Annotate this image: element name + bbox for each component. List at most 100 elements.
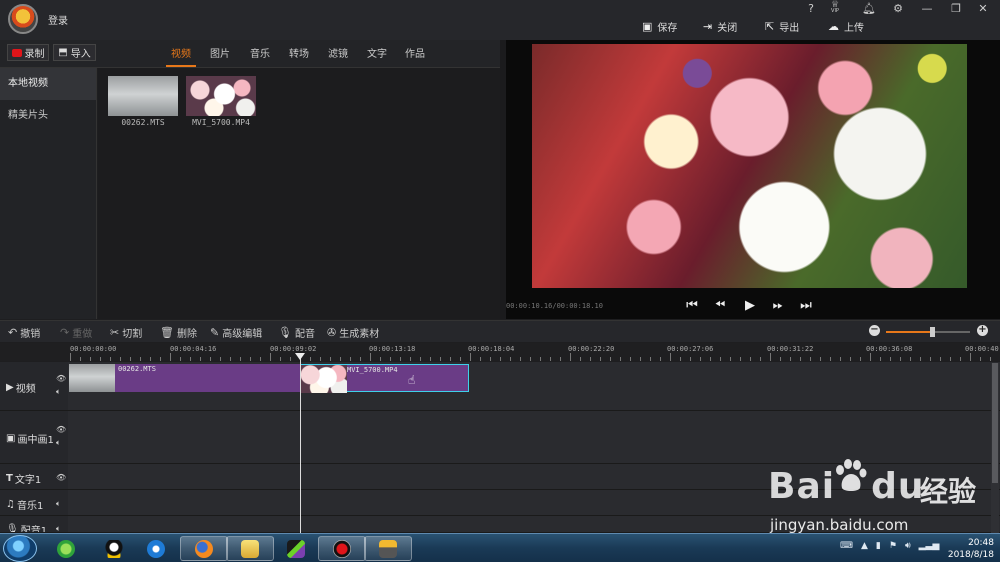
- undo-icon: ↶: [8, 326, 18, 339]
- speaker-icon[interactable]: 🔈︎: [56, 522, 61, 532]
- tab-text[interactable]: 文字: [367, 45, 387, 60]
- skip-end-icon[interactable]: ⏭︎: [798, 298, 814, 314]
- track-header-text: T 文字1 👁︎: [0, 464, 68, 490]
- volume-icon[interactable]: 🔊︎: [905, 541, 911, 551]
- ruler-label: 00:00:00:00: [70, 345, 117, 353]
- taskbar-app-qq[interactable]: [90, 536, 138, 561]
- bell-icon[interactable]: 🔔︎: [862, 2, 876, 15]
- speaker-icon[interactable]: 🔈︎: [56, 497, 61, 510]
- zoom-in-icon[interactable]: +: [977, 325, 988, 336]
- tab-transition[interactable]: 转场: [289, 45, 309, 60]
- advanced-edit-button[interactable]: ✎ 高级编辑: [210, 325, 262, 340]
- ruler-tick: [100, 357, 101, 361]
- flag-icon[interactable]: ⚑: [889, 541, 897, 551]
- taskbar-clock[interactable]: 20:48 2018/8/18: [938, 537, 994, 561]
- media-thumb-00262[interactable]: [108, 76, 178, 116]
- ruler-tick: [940, 357, 941, 361]
- ruler-tick: [790, 357, 791, 361]
- ruler-tick: [580, 357, 581, 361]
- play-icon[interactable]: ▶: [742, 298, 758, 314]
- ruler-tick: [310, 357, 311, 361]
- eye-icon[interactable]: 👁︎: [56, 372, 66, 385]
- taskbar-app-media[interactable]: [132, 536, 180, 561]
- timeline-ruler[interactable]: 00:00:00:00 00:00:04:16 00:00:09:02 00:0…: [0, 343, 1000, 361]
- restore-icon[interactable]: ❐: [949, 2, 963, 15]
- gear-icon[interactable]: ⚙: [891, 2, 905, 15]
- media-thumb-mvi5700[interactable]: [186, 76, 256, 116]
- undo-button[interactable]: ↶ 撤销: [8, 325, 40, 340]
- ruler-tick: [220, 357, 221, 361]
- ruler-tick: [780, 357, 781, 361]
- playhead-handle[interactable]: [295, 353, 305, 360]
- step-back-icon[interactable]: ⏪︎: [712, 298, 728, 314]
- speaker-icon[interactable]: 🔈︎: [56, 436, 66, 449]
- track-toggles: 👁︎ 🔈︎: [56, 423, 66, 449]
- import-button[interactable]: ⬒ 导入: [53, 44, 96, 61]
- taskbar-app-360[interactable]: [42, 536, 90, 561]
- ruler-tick: [800, 357, 801, 361]
- watermark-jingyan: 经验: [920, 475, 977, 508]
- tab-music[interactable]: 音乐: [250, 45, 270, 60]
- tab-works[interactable]: 作品: [405, 45, 425, 60]
- help-icon[interactable]: ?: [804, 2, 818, 15]
- speaker-icon[interactable]: 🔈︎: [56, 385, 66, 398]
- close-icon[interactable]: ✕: [976, 2, 990, 15]
- taskbar-app-explorer[interactable]: [226, 536, 274, 561]
- zoom-slider-handle[interactable]: [930, 327, 936, 337]
- ruler-tick: [380, 357, 381, 361]
- zoom-slider[interactable]: [886, 327, 970, 337]
- taskbar-app-editor[interactable]: [272, 536, 320, 561]
- close-project-button[interactable]: ⇥ 关闭: [703, 19, 737, 34]
- sidebar-item-intros[interactable]: 精美片头: [0, 100, 96, 132]
- ruler-tick: [240, 357, 241, 361]
- ruler-label: 00:00:22:20: [568, 345, 615, 353]
- ruler-label: 00:00:31:22: [767, 345, 814, 353]
- eye-icon[interactable]: 👁︎: [56, 423, 66, 436]
- record-icon: [333, 539, 351, 558]
- eye-icon[interactable]: 👁︎: [56, 471, 66, 484]
- track-header-voice: 🎙︎ 配音1 🔈︎: [0, 516, 68, 533]
- redo-button[interactable]: ↷ 重做: [60, 325, 92, 340]
- minimize-icon[interactable]: —: [920, 2, 934, 15]
- upload-button[interactable]: ☁ 上传: [828, 19, 864, 34]
- app-logo[interactable]: [8, 4, 38, 34]
- tab-image[interactable]: 图片: [210, 45, 230, 60]
- record-button[interactable]: 录制: [7, 44, 49, 61]
- zoom-out-icon[interactable]: −: [869, 325, 880, 336]
- login-link[interactable]: 登录: [48, 12, 68, 27]
- ruler-tick: [210, 357, 211, 361]
- device-icon[interactable]: ▮: [876, 541, 881, 551]
- taskbar-app-active[interactable]: [364, 536, 412, 561]
- skip-start-icon[interactable]: ⏮︎: [684, 298, 700, 314]
- timeline-clip-selected[interactable]: MVI_5700.MP4: [300, 364, 469, 393]
- export-button[interactable]: ⇱ 导出: [765, 19, 799, 34]
- ruler-label: 00:00:18:04: [468, 345, 515, 353]
- taskbar-app-recorder[interactable]: [318, 536, 366, 561]
- network-icon[interactable]: ▂▃▅: [919, 541, 940, 551]
- edit-toolbar: ↶ 撤销 ↷ 重做 ✂ 切割 🗑︎ 删除 ✎ 高级编辑 🎙︎ 配音 ✇ 生成素材…: [0, 320, 1000, 342]
- ruler-tick: [870, 353, 871, 361]
- timeline-clip[interactable]: 00262.MTS: [69, 364, 300, 392]
- mouse-cursor-icon: ☝: [408, 373, 416, 387]
- step-forward-icon[interactable]: ⏩︎: [770, 298, 786, 314]
- vip-icon[interactable]: ♕ VIP: [828, 0, 842, 14]
- tab-filter[interactable]: 滤镜: [328, 45, 348, 60]
- delete-button[interactable]: 🗑︎ 删除: [160, 325, 197, 340]
- taskbar-app-firefox[interactable]: [180, 536, 228, 561]
- show-hidden-icon[interactable]: ▲: [861, 541, 868, 551]
- ruler-tick: [360, 357, 361, 361]
- cut-button[interactable]: ✂ 切割: [110, 325, 142, 340]
- ruler-tick: [990, 357, 991, 361]
- editor-icon: [287, 539, 305, 558]
- green-refresh-icon: [57, 539, 75, 558]
- generate-asset-button[interactable]: ✇ 生成素材: [327, 325, 379, 340]
- keyboard-icon[interactable]: ⌨: [840, 541, 853, 551]
- tab-video[interactable]: 视频: [171, 45, 191, 60]
- track-label-video: ▶ 视频: [6, 380, 36, 395]
- playhead-line[interactable]: [300, 353, 301, 533]
- save-button[interactable]: ▣ 保存: [642, 19, 677, 34]
- start-button[interactable]: [3, 535, 37, 562]
- sidebar-item-local-video[interactable]: 本地视频: [0, 68, 96, 100]
- dub-button[interactable]: 🎙︎ 配音: [278, 325, 315, 340]
- zoom-slider-fill: [886, 331, 933, 333]
